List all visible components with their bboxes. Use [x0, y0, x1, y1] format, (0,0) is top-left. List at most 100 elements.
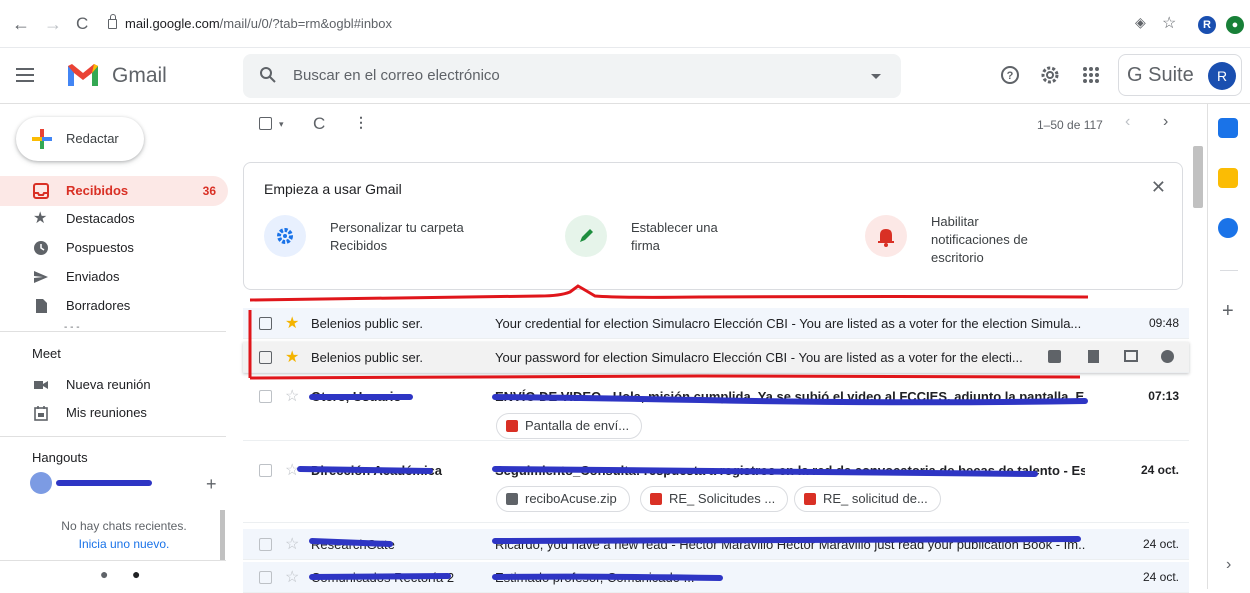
- enable-notifications-text[interactable]: Habilitar notificaciones de escritorio: [931, 213, 1051, 267]
- email-subject: ENVÍO DE VIDEO - Hola, misión cumplida. …: [495, 389, 1085, 404]
- mark-read-icon[interactable]: [1124, 350, 1138, 362]
- star-outline-icon[interactable]: ☆: [285, 460, 299, 480]
- sidebar-item-label: Pospuestos: [66, 240, 134, 255]
- no-chats-text: No hay chats recientes.: [61, 519, 187, 533]
- bookmark-star-icon[interactable]: ☆: [1162, 13, 1176, 33]
- snooze-clock-icon[interactable]: [1161, 350, 1174, 363]
- email-time: 24 oct.: [1142, 537, 1179, 551]
- email-row[interactable]: ☆ Comunicados Rectoría 2 Estimado profes…: [243, 562, 1189, 593]
- start-chat-link[interactable]: Inicia uno nuevo.: [24, 537, 224, 551]
- search-options-icon[interactable]: [871, 74, 881, 79]
- archive-icon[interactable]: [1048, 350, 1061, 363]
- hangouts-user[interactable]: +: [30, 472, 220, 498]
- sidebar-item-starred[interactable]: ★ Destacados: [0, 204, 228, 234]
- next-page-icon[interactable]: ›: [1163, 113, 1168, 131]
- enable-notifications-button[interactable]: [865, 215, 907, 257]
- main-scrollbar[interactable]: [1193, 146, 1203, 208]
- sidebar-item-label: Enviados: [66, 269, 120, 284]
- email-subject: Estimado profesor, Comunicado ...: [495, 570, 695, 585]
- delete-icon[interactable]: [1088, 350, 1099, 363]
- keep-app-icon[interactable]: [1218, 168, 1238, 188]
- star-outline-icon[interactable]: ☆: [285, 567, 299, 587]
- select-all-checkbox[interactable]: [259, 117, 272, 130]
- extension-icon[interactable]: ●: [1226, 16, 1244, 34]
- row-checkbox[interactable]: [259, 351, 272, 364]
- refresh-icon[interactable]: C: [313, 114, 325, 134]
- email-row[interactable]: ☆ Dirección Académica Seguimiento_Consul…: [243, 455, 1189, 523]
- tasks-app-icon[interactable]: [1218, 218, 1238, 238]
- meet-title: Meet: [32, 346, 61, 361]
- help-icon[interactable]: ?: [999, 64, 1021, 86]
- sidebar-item-inbox[interactable]: Recibidos 36: [0, 176, 228, 206]
- star-icon: ★: [33, 210, 48, 227]
- search-input[interactable]: Buscar en el correo electrónico: [243, 54, 901, 98]
- row-checkbox[interactable]: [259, 538, 272, 551]
- apps-grid-icon[interactable]: [1080, 64, 1102, 86]
- email-row-hovered[interactable]: ★ Belenios public ser. Your password for…: [243, 342, 1189, 373]
- divider: [1220, 270, 1238, 271]
- email-subject: Your password for election Simulacro Ele…: [495, 350, 1023, 365]
- email-sender: ResearchGate: [311, 537, 395, 552]
- close-icon[interactable]: ✕: [1151, 177, 1166, 198]
- prev-page-icon[interactable]: ‹: [1125, 113, 1130, 131]
- compose-button[interactable]: Redactar: [16, 117, 144, 161]
- email-row[interactable]: ★ Belenios public ser. Your credential f…: [243, 308, 1189, 339]
- reload-icon[interactable]: C: [76, 14, 88, 34]
- settings-gear-icon[interactable]: [1039, 64, 1061, 86]
- set-signature-button[interactable]: [565, 215, 607, 257]
- row-checkbox[interactable]: [259, 317, 272, 330]
- attachment-name: reciboAcuse.zip: [525, 491, 617, 506]
- sidebar-item-drafts[interactable]: Borradores: [0, 291, 228, 321]
- attachment-chip[interactable]: RE_ solicitud de...: [794, 486, 941, 512]
- redaction-mark: [56, 480, 152, 486]
- email-time: 24 oct.: [1140, 463, 1179, 477]
- compose-label: Redactar: [66, 131, 119, 146]
- search-icon[interactable]: [259, 66, 277, 84]
- divider: [0, 560, 226, 561]
- email-sender: Belenios public ser.: [311, 316, 424, 331]
- expand-panel-icon[interactable]: ›: [1226, 556, 1231, 574]
- url-host: mail.google.com: [125, 16, 220, 31]
- pen-icon: [580, 229, 593, 242]
- star-outline-icon[interactable]: ☆: [285, 386, 299, 406]
- address-bar[interactable]: mail.google.com/mail/u/0/?tab=rm&ogbl#in…: [108, 14, 1178, 40]
- sidebar-item-snoozed[interactable]: Pospuestos: [0, 233, 228, 263]
- star-icon[interactable]: ★: [285, 313, 299, 333]
- compose-plus-icon: [32, 129, 52, 149]
- back-icon[interactable]: ←: [12, 14, 30, 35]
- customize-inbox-text[interactable]: Personalizar tu carpeta Recibidos: [330, 219, 470, 255]
- select-dropdown-icon[interactable]: ▾: [279, 119, 284, 130]
- star-icon[interactable]: ★: [285, 347, 299, 367]
- add-contact-icon[interactable]: +: [206, 474, 217, 495]
- profile-icon[interactable]: R: [1198, 16, 1216, 34]
- lock-icon: [108, 14, 117, 29]
- row-checkbox[interactable]: [259, 390, 272, 403]
- attachment-chip[interactable]: RE_ Solicitudes ...: [640, 486, 789, 512]
- person-icon[interactable]: ●: [100, 566, 108, 582]
- my-meetings-link[interactable]: Mis reuniones: [0, 398, 228, 428]
- site-info-icon[interactable]: ◈: [1135, 14, 1146, 31]
- attachment-chip[interactable]: Pantalla de enví...: [496, 413, 643, 439]
- set-signature-text[interactable]: Establecer una firma: [631, 219, 741, 255]
- zip-file-icon: [506, 493, 518, 505]
- avatar[interactable]: R: [1208, 62, 1236, 90]
- new-meeting-link[interactable]: Nueva reunión: [0, 370, 228, 400]
- row-checkbox[interactable]: [259, 571, 272, 584]
- star-outline-icon[interactable]: ☆: [285, 534, 299, 554]
- calendar-app-icon[interactable]: [1218, 118, 1238, 138]
- email-row[interactable]: ☆ ResearchGate Ricardo, you have a new r…: [243, 529, 1189, 560]
- add-addon-icon[interactable]: +: [1222, 300, 1234, 323]
- sidebar-item-sent[interactable]: Enviados: [0, 262, 228, 292]
- new-meeting-label: Nueva reunión: [66, 377, 151, 392]
- customize-inbox-button[interactable]: [264, 215, 306, 257]
- menu-icon[interactable]: [16, 68, 34, 82]
- email-row[interactable]: ☆ Otero, Usuario ENVÍO DE VIDEO - Hola, …: [243, 381, 1189, 441]
- hangouts-chat-icon[interactable]: ●: [132, 566, 140, 582]
- forward-icon[interactable]: →: [44, 14, 62, 35]
- more-options-icon[interactable]: ⋮: [354, 114, 368, 131]
- attachment-chip[interactable]: reciboAcuse.zip: [496, 486, 630, 512]
- email-time: 09:48: [1148, 316, 1179, 330]
- attachment-name: Pantalla de enví...: [525, 418, 630, 433]
- browser-toolbar: ← → C mail.google.com/mail/u/0/?tab=rm&o…: [0, 0, 1250, 48]
- row-checkbox[interactable]: [259, 464, 272, 477]
